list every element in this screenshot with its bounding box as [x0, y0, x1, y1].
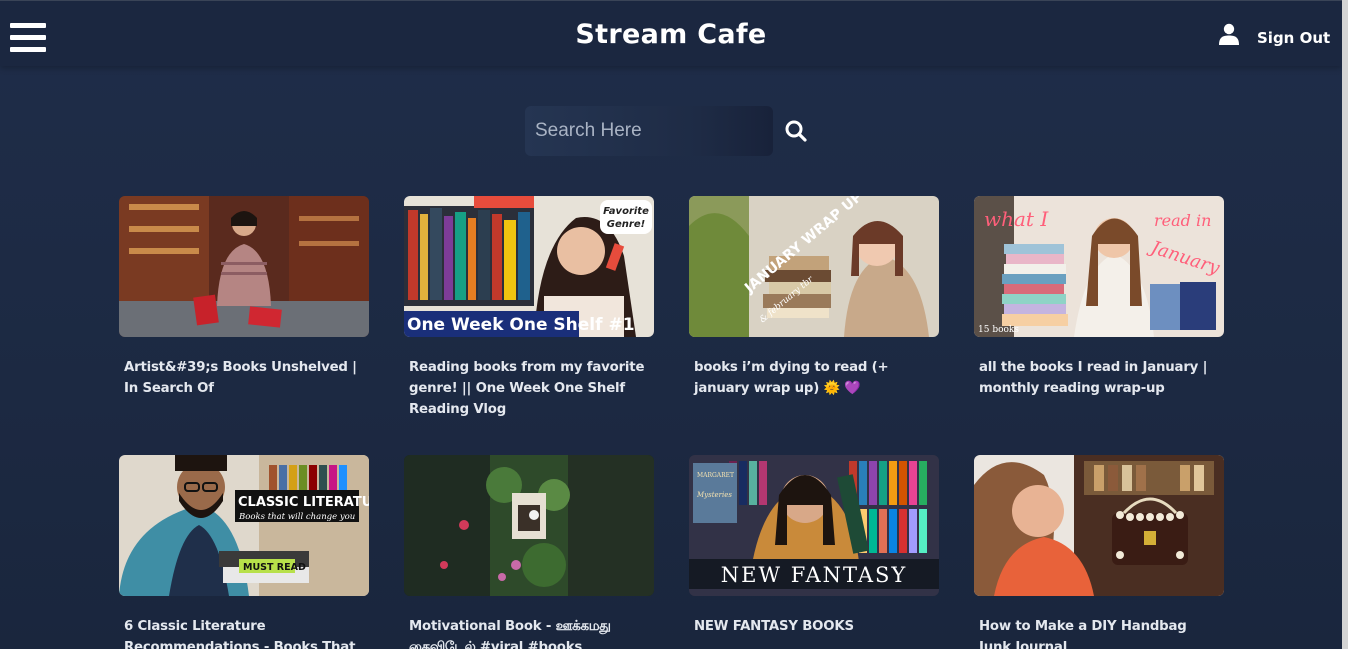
video-title[interactable]: Artist&#39;s Books Unshelved | In Search… — [119, 357, 364, 399]
svg-text:read in: read in — [1154, 211, 1211, 230]
video-thumbnail[interactable]: Favorite Genre! One Week One Shelf #1 — [404, 196, 654, 337]
search-input[interactable] — [525, 106, 773, 156]
svg-text:MUST READ: MUST READ — [243, 562, 306, 573]
thumbnail-image: Favorite Genre! One Week One Shelf #1 — [404, 196, 654, 337]
search-icon[interactable] — [784, 119, 808, 143]
video-card[interactable]: CLASSIC LITERATURE Books that will chang… — [119, 455, 369, 649]
thumbnail-image: MARGARET Mysteries NEW FANTASY — [689, 455, 939, 596]
video-title[interactable]: NEW FANTASY BOOKS — [689, 616, 934, 637]
thumbnail-image: JANUARY WRAP UP & february tbr — [689, 196, 939, 337]
video-title[interactable]: books i’m dying to read (+ january wrap … — [689, 357, 934, 399]
video-thumbnail[interactable]: CLASSIC LITERATURE Books that will chang… — [119, 455, 369, 596]
video-card[interactable]: How to Make a DIY Handbag Junk Journal — [974, 455, 1224, 649]
thumbnail-image — [119, 196, 369, 337]
video-card[interactable]: JANUARY WRAP UP & february tbr books i’m… — [689, 196, 939, 399]
video-thumbnail[interactable] — [119, 196, 369, 337]
video-thumbnail[interactable]: JANUARY WRAP UP & february tbr — [689, 196, 939, 337]
video-card[interactable]: MARGARET Mysteries NEW FANTASY NEW FANTA… — [689, 455, 939, 637]
video-card[interactable]: Favorite Genre! One Week One Shelf #1 Re… — [404, 196, 654, 420]
page-scrollbar[interactable] — [1342, 0, 1348, 649]
video-card[interactable]: Artist&#39;s Books Unshelved | In Search… — [119, 196, 369, 399]
thumbnail-image — [404, 455, 654, 596]
brand-title[interactable]: Stream Cafe — [0, 19, 1342, 50]
video-title[interactable]: Reading books from my favorite genre! ||… — [404, 357, 649, 420]
thumbnail-image — [974, 455, 1224, 596]
svg-text:15 books: 15 books — [978, 325, 1019, 335]
scrollbar-thumb[interactable] — [1342, 0, 1348, 649]
user-icon[interactable] — [1219, 23, 1239, 45]
svg-text:CLASSIC LITERATURE: CLASSIC LITERATURE — [238, 495, 369, 510]
video-card[interactable]: what I read in January 15 books all the … — [974, 196, 1224, 399]
sign-out-button[interactable]: Sign Out — [1257, 29, 1330, 47]
video-thumbnail[interactable] — [404, 455, 654, 596]
video-title[interactable]: all the books I read in January | monthl… — [974, 357, 1219, 399]
page: Stream Cafe Sign Out Search Here Artist&… — [0, 0, 1348, 649]
svg-text:NEW FANTASY: NEW FANTASY — [721, 563, 908, 587]
video-title[interactable]: Motivational Book - ஊக்கமது கைவிடேல் #vi… — [404, 616, 649, 649]
video-card[interactable]: Motivational Book - ஊக்கமது கைவிடேல் #vi… — [404, 455, 654, 649]
video-title[interactable]: How to Make a DIY Handbag Junk Journal — [974, 616, 1219, 649]
video-thumbnail[interactable]: MARGARET Mysteries NEW FANTASY — [689, 455, 939, 596]
svg-text:MARGARET: MARGARET — [697, 472, 734, 479]
top-navigation-bar: Stream Cafe Sign Out — [0, 0, 1342, 66]
svg-text:Genre!: Genre! — [607, 219, 645, 230]
thumbnail-image: what I read in January 15 books — [974, 196, 1224, 337]
svg-text:Favorite: Favorite — [603, 206, 649, 217]
thumbnail-image: CLASSIC LITERATURE Books that will chang… — [119, 455, 369, 596]
video-thumbnail[interactable] — [974, 455, 1224, 596]
svg-text:what I: what I — [984, 207, 1049, 231]
svg-text:Mysteries: Mysteries — [696, 491, 732, 499]
svg-text:Books that will change you: Books that will change you — [238, 512, 355, 522]
svg-text:One Week One Shelf #1: One Week One Shelf #1 — [407, 315, 635, 335]
video-title[interactable]: 6 Classic Literature Recommendations - B… — [119, 616, 364, 649]
video-thumbnail[interactable]: what I read in January 15 books — [974, 196, 1224, 337]
